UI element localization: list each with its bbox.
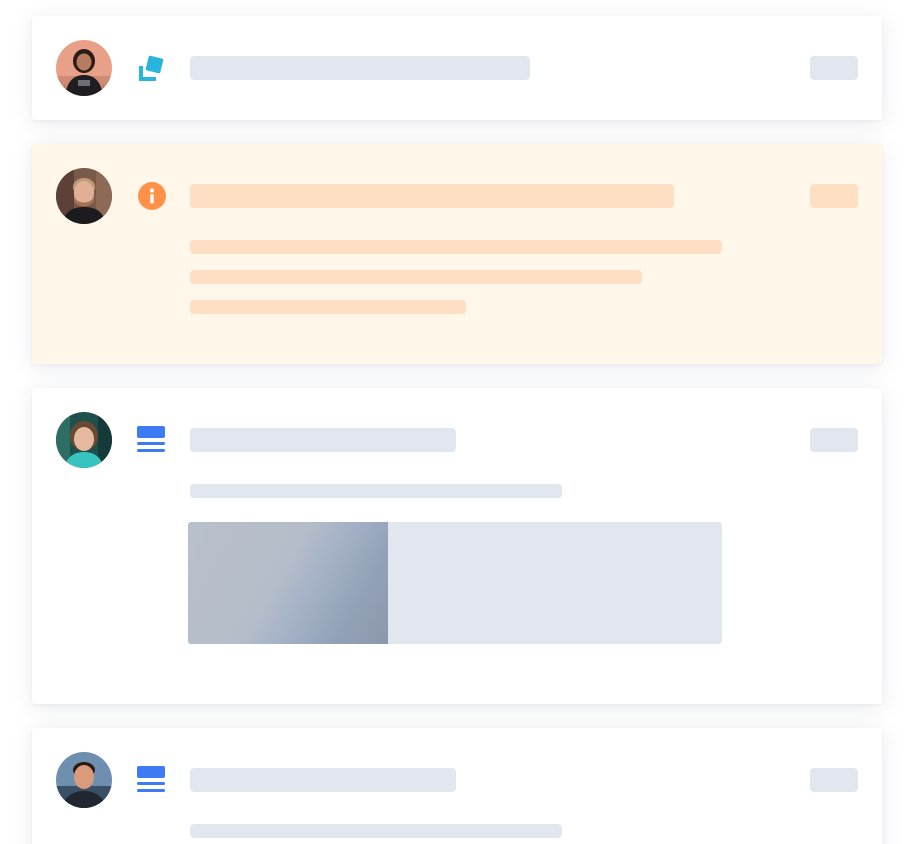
text-line-placeholder (190, 270, 642, 284)
feed-item[interactable] (32, 388, 882, 704)
man-outdoor-avatar (56, 752, 112, 808)
feed-item[interactable] (32, 16, 882, 120)
timestamp-placeholder (810, 56, 858, 80)
woman-dark-hair-avatar (56, 40, 112, 96)
list-icon (137, 766, 167, 796)
info-icon (137, 182, 167, 212)
title-placeholder (190, 184, 674, 208)
attachment-preview[interactable] (188, 522, 722, 644)
list-icon (137, 426, 167, 456)
text-line-placeholder (190, 240, 722, 254)
title-placeholder (190, 56, 530, 80)
text-line-placeholder (190, 824, 562, 838)
title-placeholder (190, 768, 456, 792)
avatar[interactable] (56, 168, 112, 224)
woman-smiling-avatar (56, 412, 112, 468)
avatar[interactable] (56, 40, 112, 96)
avatar[interactable] (56, 412, 112, 468)
activity-feed (0, 0, 914, 844)
text-line-placeholder (190, 484, 562, 498)
stacked-cards-icon (137, 54, 167, 84)
feed-item[interactable] (32, 728, 882, 844)
feed-item-highlighted[interactable] (32, 144, 882, 364)
timestamp-placeholder (810, 184, 858, 208)
timestamp-placeholder (810, 428, 858, 452)
title-placeholder (190, 428, 456, 452)
text-line-placeholder (190, 300, 466, 314)
avatar[interactable] (56, 752, 112, 808)
timestamp-placeholder (810, 768, 858, 792)
attachment-thumbnail (188, 522, 388, 644)
man-beard-avatar (56, 168, 112, 224)
